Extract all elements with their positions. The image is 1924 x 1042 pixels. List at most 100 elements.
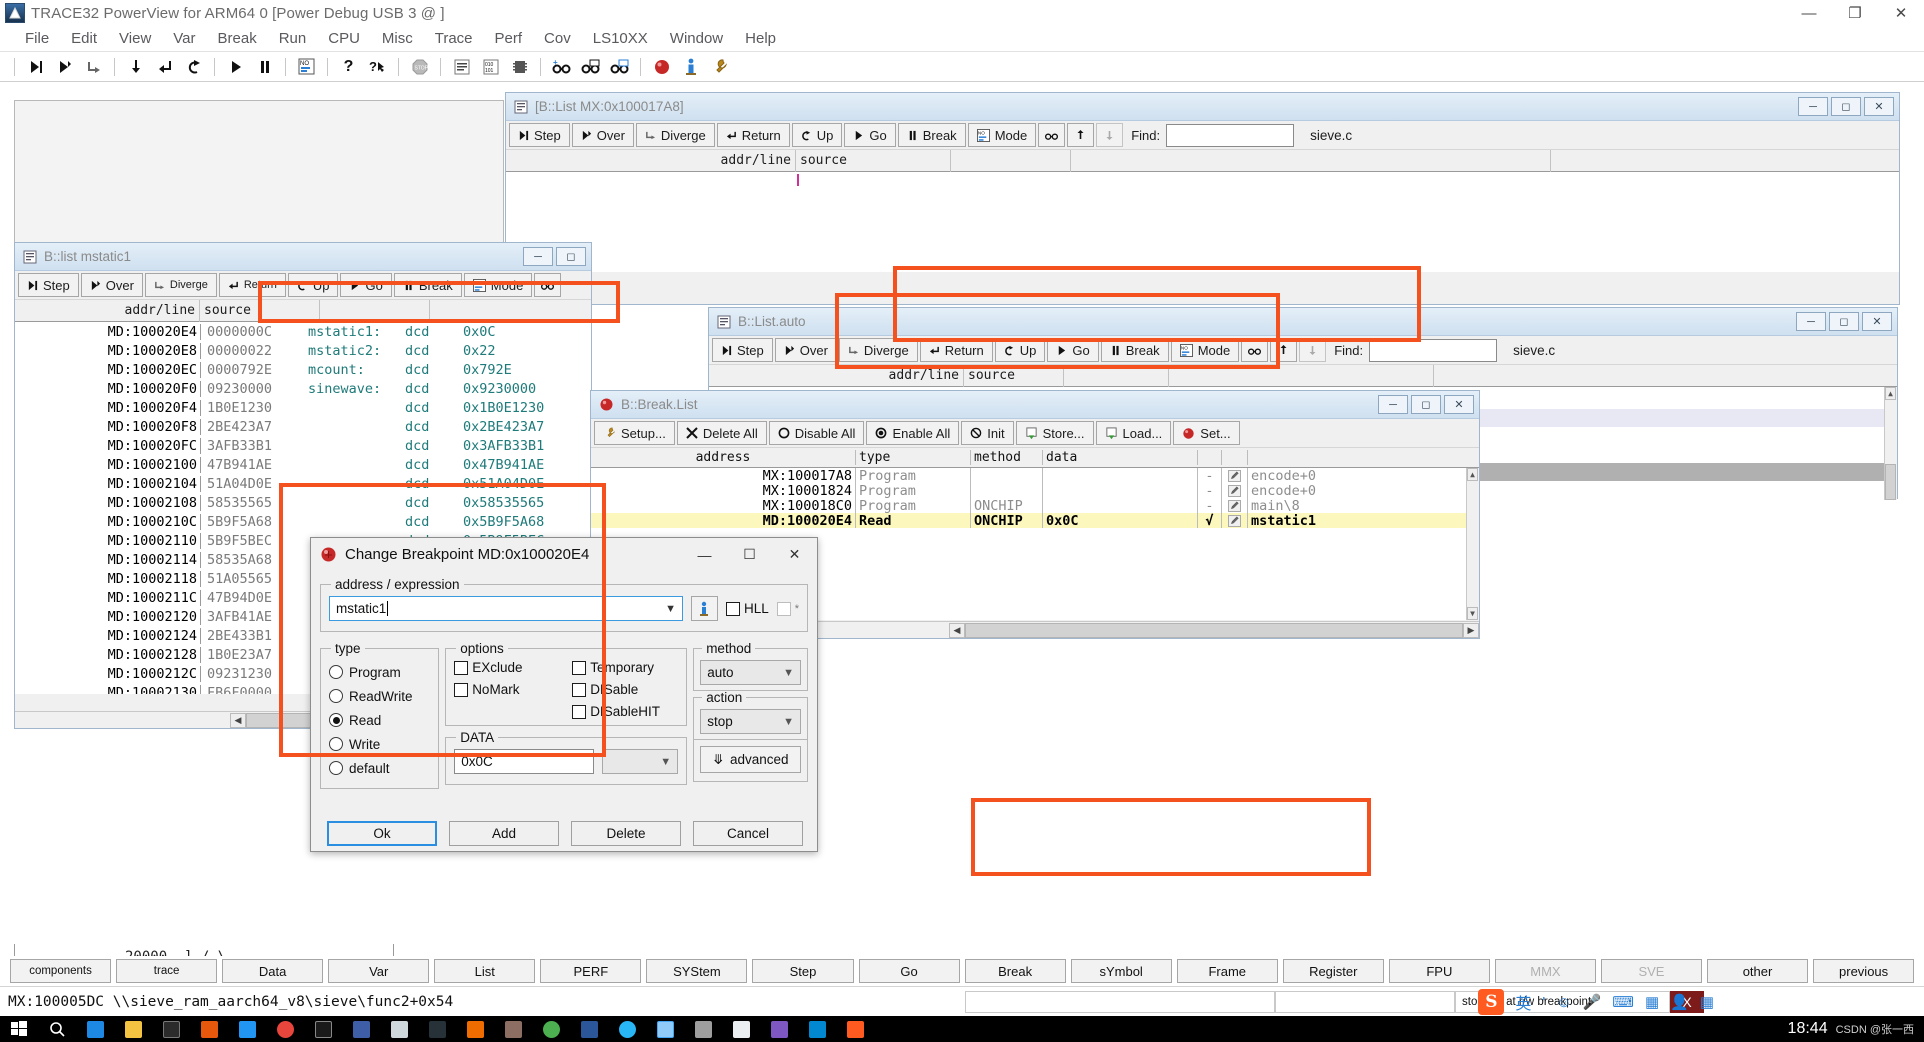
softkey-mmx[interactable]: MMX	[1494, 959, 1596, 983]
stop-icon[interactable]: STOP	[407, 55, 432, 79]
list-mx-body[interactable]	[506, 172, 1899, 272]
menu-item-ls10xx[interactable]: LS10XX	[582, 29, 659, 48]
wechat-icon[interactable]	[532, 1016, 570, 1042]
softkey-break[interactable]: Break	[964, 959, 1066, 983]
restore-button[interactable]: ◻	[1831, 97, 1861, 116]
help-icon[interactable]: ?	[336, 55, 361, 79]
checkbox-box[interactable]	[572, 660, 587, 675]
step-button[interactable]: Step	[509, 123, 570, 147]
view-list-icon[interactable]	[607, 55, 632, 79]
add-watch-icon[interactable]: +	[549, 55, 574, 79]
close-button[interactable]: ✕	[1444, 395, 1474, 414]
step-icon[interactable]	[23, 55, 48, 79]
enable-all-button[interactable]: Enable All	[866, 421, 960, 445]
option-disablehit-checkbox[interactable]: DISableHIT	[572, 704, 660, 719]
break-button[interactable]: Break	[1100, 338, 1169, 362]
scroll-left-arrow[interactable]: ◀	[949, 622, 965, 638]
illustrator-icon[interactable]	[456, 1016, 494, 1042]
sogou-logo-icon[interactable]: S	[1478, 989, 1505, 1015]
type-radio-default[interactable]: default	[329, 756, 430, 780]
disable-all-button[interactable]: Disable All	[768, 421, 865, 445]
tool-icon[interactable]	[494, 1016, 532, 1042]
checkbox-box[interactable]	[454, 660, 469, 675]
breakpoint-row[interactable]: MX:100018C0 Program ONCHIP - main\8	[591, 498, 1479, 513]
up-button[interactable]: Up	[791, 123, 843, 147]
memory-list-row[interactable]: MD:100020F4 1B0E1230 dcd 0x1B0E1230	[15, 398, 591, 417]
memory-list-row[interactable]: MD:1000210C 5B9F5A68 dcd 0x5B9F5A68	[15, 512, 591, 531]
find-input[interactable]	[1166, 123, 1295, 147]
mode-button[interactable]: NO Mode	[1170, 338, 1240, 362]
memory-list-row[interactable]: MD:100020FC 3AFB33B1 dcd 0x3AFB33B1	[15, 436, 591, 455]
find-input[interactable]	[1369, 338, 1498, 362]
menu-item-edit[interactable]: Edit	[60, 29, 108, 48]
step-button[interactable]: Step	[18, 273, 79, 297]
card-icon[interactable]: ▦	[1645, 993, 1659, 1011]
softkey-sve[interactable]: SVE	[1600, 959, 1702, 983]
step-button[interactable]: Step	[712, 338, 773, 362]
up-button[interactable]: Up	[994, 338, 1046, 362]
softkey-fpu[interactable]: FPU	[1388, 959, 1490, 983]
up-button[interactable]: Up	[287, 273, 339, 297]
menu-item-var[interactable]: Var	[162, 29, 206, 48]
chevron-down-icon[interactable]: ▼	[783, 716, 794, 728]
option-exclude-checkbox[interactable]: EXclude	[454, 660, 554, 675]
memory-list-row[interactable]: MD:100020F0 09230000 sinewave: dcd 0x9230000	[15, 379, 591, 398]
word-icon[interactable]	[570, 1016, 608, 1042]
scrollbar-thumb[interactable]	[1885, 464, 1896, 500]
softkey-list[interactable]: List	[434, 959, 536, 983]
maximize-button[interactable]: ❐	[1832, 0, 1878, 26]
minimize-button[interactable]: ─	[1798, 97, 1828, 116]
archive-icon[interactable]	[684, 1016, 722, 1042]
close-button[interactable]: ✕	[1878, 0, 1924, 26]
mail-icon[interactable]	[798, 1016, 836, 1042]
mic-icon[interactable]: 🎤	[1583, 993, 1602, 1011]
type-radio-readwrite[interactable]: ReadWrite	[329, 684, 430, 708]
data-mask-select[interactable]: ▼	[602, 749, 679, 774]
menu-item-perf[interactable]: Perf	[484, 29, 534, 48]
step-up-icon[interactable]	[181, 55, 206, 79]
diverge-button[interactable]: Diverge	[635, 123, 715, 147]
menu-item-cpu[interactable]: CPU	[317, 29, 371, 48]
star-checkbox-box[interactable]	[776, 601, 791, 616]
over-button[interactable]: Over	[774, 338, 837, 362]
vertical-scrollbar[interactable]: ▲	[1884, 387, 1897, 500]
memory-list-row[interactable]: MD:10002108 58535565 dcd 0x58535565	[15, 493, 591, 512]
softkey-other[interactable]: other	[1707, 959, 1809, 983]
cmd-icon[interactable]	[304, 1016, 342, 1042]
menu-item-help[interactable]: Help	[734, 29, 787, 48]
data-value-input[interactable]: 0x0C	[454, 749, 595, 774]
restore-button[interactable]: ◻	[1829, 312, 1859, 331]
checkbox-box[interactable]	[572, 704, 587, 719]
type-radio-write[interactable]: Write	[329, 732, 430, 756]
memory-list-row[interactable]: MD:100020EC 0000792E mcount: dcd 0x792E	[15, 360, 591, 379]
down-arrow-icon[interactable]	[1299, 338, 1327, 362]
softkey-step[interactable]: Step	[752, 959, 854, 983]
break-icon[interactable]	[252, 55, 277, 79]
step-into-icon[interactable]	[123, 55, 148, 79]
memory-list-row[interactable]: MD:100020F8 2BE423A7 dcd 0x2BE423A7	[15, 417, 591, 436]
scroll-up-arrow[interactable]: ▲	[1885, 387, 1896, 400]
go-button[interactable]: Go	[340, 273, 392, 297]
scroll-right-arrow[interactable]: ▶	[1463, 622, 1479, 638]
menu-item-run[interactable]: Run	[268, 29, 318, 48]
softkey-frame[interactable]: Frame	[1176, 959, 1278, 983]
option-disable-checkbox[interactable]: DISable	[572, 682, 660, 697]
data-dump-icon[interactable]: 010 101	[478, 55, 503, 79]
mode-icon[interactable]: NO	[294, 55, 319, 79]
go-icon[interactable]	[223, 55, 248, 79]
mode-button[interactable]: NO Mode	[967, 123, 1037, 147]
docs-icon[interactable]	[722, 1016, 760, 1042]
menu-item-view[interactable]: View	[108, 29, 162, 48]
minimize-button[interactable]: —	[1786, 0, 1832, 26]
init-button[interactable]: Init	[961, 421, 1014, 445]
softkey-register[interactable]: Register	[1282, 959, 1384, 983]
scrollbar-thumb[interactable]	[965, 622, 1463, 638]
break-button[interactable]: Break	[897, 123, 966, 147]
list-icon[interactable]	[449, 55, 474, 79]
address-input[interactable]: mstatic1 ▼	[329, 596, 683, 621]
down-arrow-icon[interactable]	[1096, 123, 1124, 147]
mode-button[interactable]: NO Mode	[463, 273, 533, 297]
softkey-components[interactable]: components	[10, 959, 112, 983]
menu-item-window[interactable]: Window	[659, 29, 734, 48]
minimize-button[interactable]: ─	[1378, 395, 1408, 414]
